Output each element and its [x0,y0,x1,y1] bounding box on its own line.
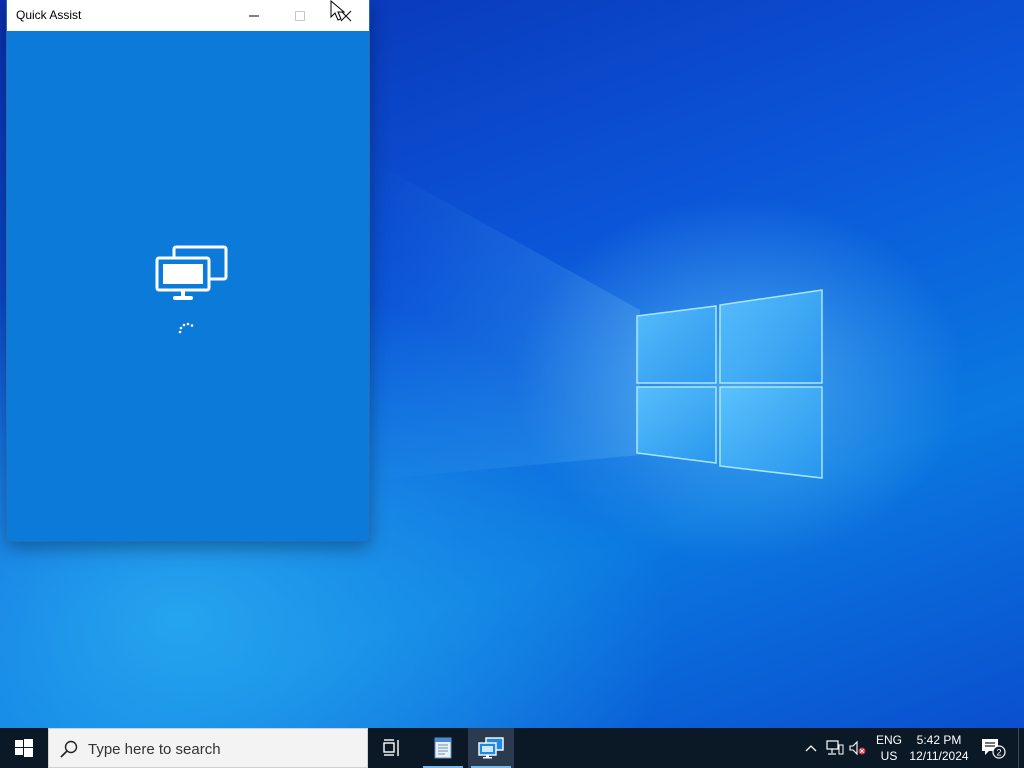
volume-muted-icon [849,740,866,756]
clock-time: 5:42 PM [916,733,962,747]
action-center-button[interactable]: 2 [978,728,1008,768]
network-icon [826,740,844,755]
search-icon [60,740,78,758]
task-view-icon [383,739,399,756]
show-desktop-button[interactable] [1018,728,1024,768]
notepad-icon [434,737,452,759]
notifications-icon: 2 [982,739,1006,759]
loading-spinner-icon [178,322,194,334]
window-titlebar[interactable]: Quick Assist [7,0,369,31]
taskbar-app-quick-assist[interactable] [468,728,514,768]
taskbar-app-notepad[interactable] [420,728,466,768]
start-button[interactable] [0,728,48,768]
mouse-cursor-icon [330,0,346,21]
desktop: Quick Assist [0,0,1024,728]
remote-monitor-icon [155,245,228,300]
notification-count: 2 [996,748,1001,758]
volume-tray-button[interactable] [847,728,869,768]
language-code: ENG [875,733,902,747]
input-language-button[interactable]: ENG US [872,728,906,768]
taskbar: Type here to search ENG US 5:42 PM 12/11… [0,728,1024,768]
clock-date: 12/11/2024 [909,749,969,763]
search-placeholder: Type here to search [88,741,221,758]
windows-start-icon [15,739,33,757]
show-hidden-icons-button[interactable] [800,728,822,768]
quick-assist-icon [478,737,504,759]
maximize-button[interactable] [277,0,323,31]
keyboard-layout: US [880,749,898,763]
task-view-button[interactable] [369,728,415,768]
network-tray-button[interactable] [824,728,846,768]
chevron-up-icon [805,745,817,752]
minimize-button[interactable] [231,0,277,31]
clock-button[interactable]: 5:42 PM 12/11/2024 [906,728,972,768]
window-title: Quick Assist [16,8,82,22]
maximize-icon [295,10,305,21]
search-box[interactable]: Type here to search [48,728,368,768]
quick-assist-window[interactable]: Quick Assist [7,0,369,541]
minimize-icon [249,15,259,16]
